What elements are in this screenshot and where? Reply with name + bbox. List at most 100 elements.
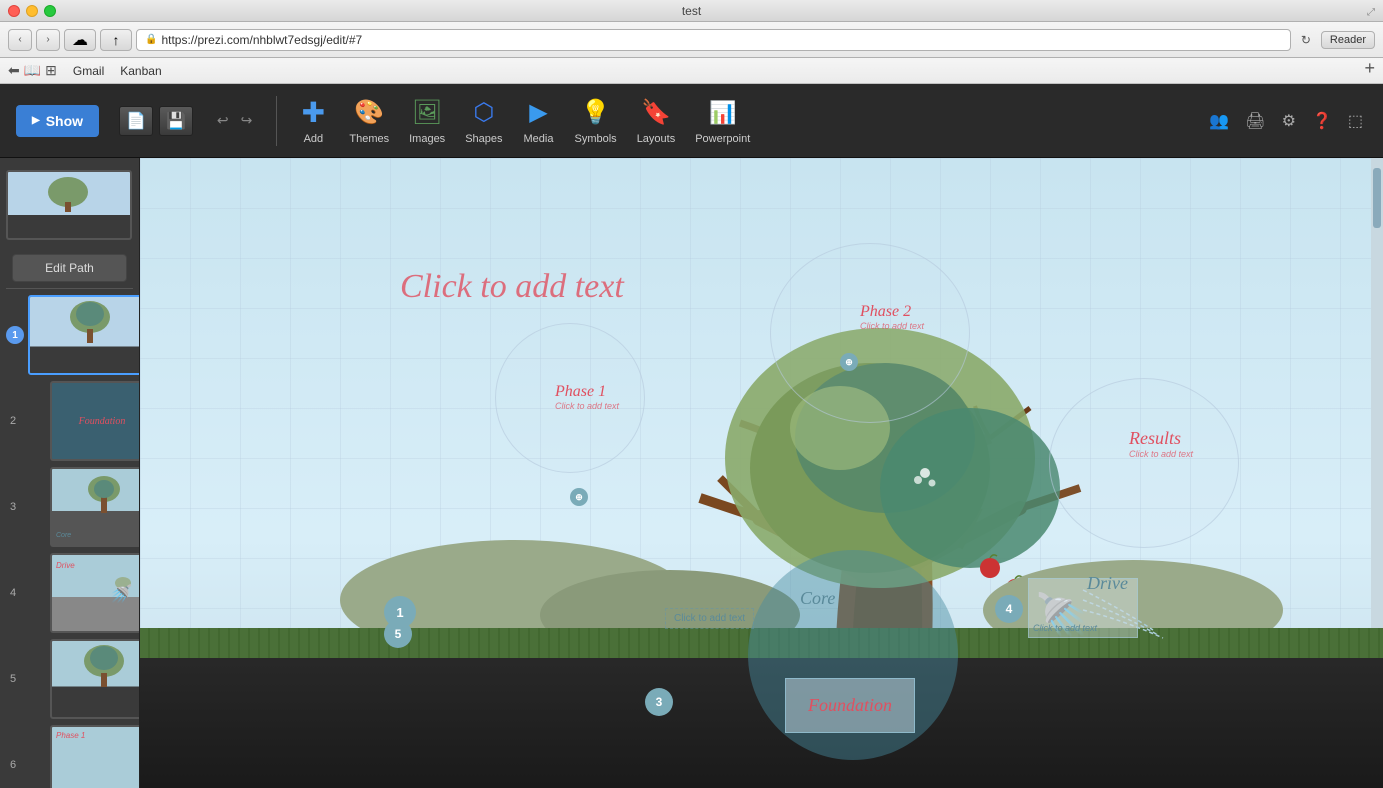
images-icon: 🖼 [411, 97, 443, 129]
url-text: https://prezi.com/nhblwt7edsgj/edit/#7 [161, 33, 362, 47]
sidebar: Edit Path 1 2 Foundation [0, 158, 140, 788]
results-sub[interactable]: Click to add text [1129, 449, 1193, 459]
slide-thumbnail-4[interactable]: 🚿 Drive [50, 553, 140, 633]
help-button[interactable]: ❓ [1308, 107, 1336, 135]
window-title: test [682, 4, 701, 18]
slide-5-wrapper: 5 [6, 639, 133, 719]
drive-label[interactable]: Drive [1087, 573, 1128, 593]
navigation-bar: ‹ › ☁ ↑ 🔒 https://prezi.com/nhblwt7edsgj… [0, 22, 1383, 58]
cloud-button[interactable]: ☁ [64, 29, 96, 51]
bookmark-icon-2[interactable]: 📖 [24, 62, 41, 79]
small-add-text-1[interactable]: Click to add text [665, 608, 754, 629]
click-to-add-main[interactable]: Click to add text [400, 268, 624, 306]
canvas-area[interactable]: Foundation [140, 158, 1383, 788]
phase2-sub[interactable]: Click to add text [860, 321, 924, 331]
small-add-text-1-label: Click to add text [674, 613, 745, 624]
print-button[interactable]: 🖨 [1241, 107, 1269, 135]
slide-2-number: 2 [10, 415, 16, 427]
slide-thumbnail-1[interactable] [28, 295, 140, 375]
path-circle-3[interactable]: 3 [645, 688, 673, 716]
layouts-button[interactable]: 🔖 Layouts [637, 97, 676, 145]
reload-button[interactable]: ↻ [1295, 29, 1317, 51]
slide-6-wrapper: 6 Phase 1 cagechristian [6, 725, 133, 788]
themes-button[interactable]: 🎨 Themes [349, 97, 389, 145]
share-button[interactable]: ↑ [100, 29, 132, 51]
svg-text:🚿: 🚿 [110, 583, 132, 604]
slide-4-label: Drive [56, 561, 75, 570]
add-icon: ✚ [297, 97, 329, 129]
media-icon: ▶ [523, 97, 555, 129]
bookmark-icons: ⬅ 📖 ⊞ [8, 62, 57, 79]
undo-button[interactable]: ↩ [213, 108, 233, 133]
slide-6-number: 6 [10, 759, 16, 771]
close-button[interactable] [8, 5, 20, 17]
toolbar: Show 📄 💾 ↩ ↪ ✚ Add 🎨 Themes 🖼 Images ⬡ S… [0, 84, 1383, 158]
foundation-text-box[interactable]: Foundation [785, 678, 915, 733]
users-button[interactable]: 👥 [1205, 107, 1233, 135]
toolbar-right: 👥 🖨 ⚙ ❓ ⬚ [1205, 107, 1367, 135]
scrollbar-thumb[interactable] [1373, 168, 1381, 228]
logout-button[interactable]: ⬚ [1344, 107, 1367, 135]
powerpoint-button[interactable]: 📊 Powerpoint [695, 97, 750, 145]
show-button[interactable]: Show [16, 105, 99, 137]
phase2-circle [770, 243, 970, 423]
drive-area[interactable]: Drive [1087, 573, 1128, 594]
shapes-icon: ⬡ [468, 97, 500, 129]
results-area: Results Click to add text [1129, 428, 1193, 459]
path-circle-phase1[interactable]: ⊕ [570, 488, 588, 506]
save-button[interactable]: 💾 [159, 106, 193, 136]
main-area: Edit Path 1 2 Foundation [0, 158, 1383, 788]
address-bar[interactable]: 🔒 https://prezi.com/nhblwt7edsgj/edit/#7 [136, 29, 1291, 51]
path-circle-4[interactable]: 4 [995, 595, 1023, 623]
phase1-sub[interactable]: Click to add text [555, 401, 619, 411]
shapes-button[interactable]: ⬡ Shapes [465, 97, 502, 145]
symbols-button[interactable]: 💡 Symbols [575, 97, 617, 145]
bookmarks-bar: ⬅ 📖 ⊞ Gmail Kanban + [0, 58, 1383, 84]
undo-redo-group: ↩ ↪ [213, 108, 256, 133]
shapes-label: Shapes [465, 133, 502, 145]
slide-thumbnail-6[interactable]: Phase 1 cagechristian [50, 725, 140, 788]
phase1-label[interactable]: Phase 1 [555, 383, 606, 400]
core-label[interactable]: Core [800, 588, 835, 608]
slide-2-label: Foundation [79, 416, 126, 427]
slide-thumbnail-5[interactable] [50, 639, 140, 719]
lock-icon: 🔒 [145, 34, 157, 45]
slide-4-wrapper: 4 🚿 Drive [6, 553, 133, 633]
results-label[interactable]: Results [1129, 428, 1181, 448]
core-area[interactable]: Core [800, 588, 835, 609]
bookmark-icon-1[interactable]: ⬅ [8, 62, 20, 79]
window-controls[interactable] [8, 5, 56, 17]
media-label: Media [524, 133, 554, 145]
images-button[interactable]: 🖼 Images [409, 97, 445, 145]
drive-add-text: Click to add text [1033, 623, 1097, 633]
symbols-icon: 💡 [580, 97, 612, 129]
media-button[interactable]: ▶ Media [523, 97, 555, 145]
forward-button[interactable]: › [36, 29, 60, 51]
slide-1-wrapper: 1 [6, 295, 133, 375]
phase2-area: Phase 2 Click to add text [860, 303, 924, 331]
back-button[interactable]: ‹ [8, 29, 32, 51]
phase2-label[interactable]: Phase 2 [860, 303, 911, 320]
settings-button[interactable]: ⚙ [1278, 107, 1300, 135]
layouts-icon: 🔖 [640, 97, 672, 129]
themes-label: Themes [349, 133, 389, 145]
save-new-button[interactable]: 📄 [119, 106, 153, 136]
minimize-button[interactable] [26, 5, 38, 17]
path-circle-phase2[interactable]: ⊕ [840, 353, 858, 371]
add-button[interactable]: ✚ Add [297, 97, 329, 145]
maximize-button[interactable] [44, 5, 56, 17]
add-tab-button[interactable]: + [1364, 58, 1375, 79]
reader-button[interactable]: Reader [1321, 31, 1375, 49]
top-thumbnail[interactable] [6, 170, 132, 240]
path-circle-1[interactable]: 1 [384, 596, 416, 628]
slide-thumbnail-3[interactable]: Core [50, 467, 140, 547]
bookmark-kanban[interactable]: Kanban [120, 64, 161, 78]
bookmark-gmail[interactable]: Gmail [73, 64, 104, 78]
images-label: Images [409, 133, 445, 145]
bookmark-icon-3[interactable]: ⊞ [45, 62, 57, 79]
redo-button[interactable]: ↪ [237, 108, 257, 133]
resize-icon: ⤢ [1367, 2, 1375, 20]
slide-6-label: Phase 1 [56, 731, 85, 740]
slide-thumbnail-2[interactable]: Foundation [50, 381, 140, 461]
edit-path-button[interactable]: Edit Path [12, 254, 127, 282]
